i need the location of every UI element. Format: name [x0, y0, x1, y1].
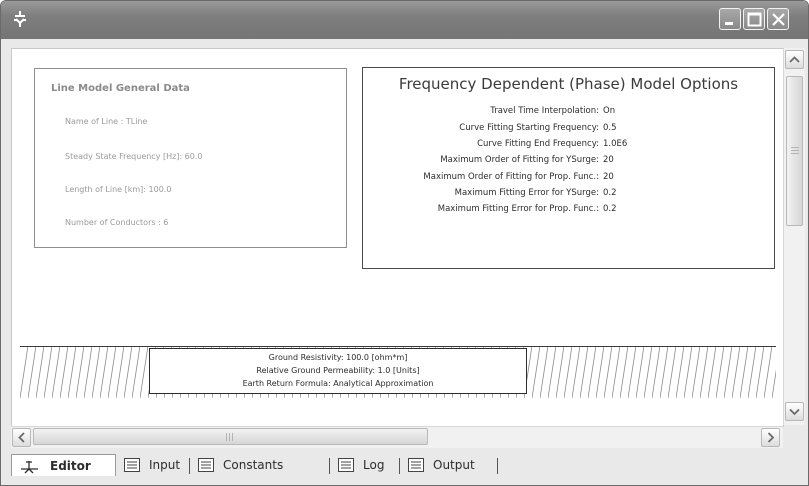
option-value: 0.2: [603, 204, 617, 214]
frequency-options-panel[interactable]: Frequency Dependent (Phase) Model Option…: [362, 67, 775, 269]
vertical-scrollbar[interactable]: [783, 48, 805, 425]
horizontal-scroll-thumb[interactable]: [33, 428, 428, 445]
chevron-up-icon: [789, 56, 800, 63]
line-length: Length of Line [km]: 100.0: [65, 185, 172, 194]
tab-bar: Editor Input Constants Log Output: [11, 450, 804, 478]
tab-output[interactable]: Output: [403, 454, 491, 476]
line-conductors: Number of Conductors : 6: [65, 218, 169, 227]
option-row: Travel Time Interpolation: On: [363, 106, 774, 120]
option-row: Curve Fitting End Frequency: 1.0E6: [363, 139, 774, 153]
option-label: Maximum Fitting Error for Prop. Func.:: [437, 204, 599, 214]
chevron-down-icon: [789, 408, 800, 416]
option-label: Curve Fitting Starting Frequency:: [459, 123, 599, 133]
minimize-icon: [725, 22, 733, 25]
title-bar[interactable]: [1, 1, 808, 39]
option-value: 1.0E6: [603, 139, 628, 149]
horizontal-scrollbar[interactable]: [11, 426, 783, 448]
option-row: Maximum Order of Fitting for YSurge: 20: [363, 155, 774, 169]
tab-separator: [329, 458, 330, 474]
document-icon: [198, 458, 214, 472]
tab-editor[interactable]: Editor: [11, 454, 116, 476]
option-row: Maximum Fitting Error for Prop. Func.: 0…: [363, 204, 774, 218]
minimize-button[interactable]: [719, 8, 741, 30]
tab-label: Log: [363, 458, 385, 472]
tab-log[interactable]: Log: [333, 454, 399, 476]
option-label: Travel Time Interpolation:: [490, 106, 599, 116]
ground-resistivity: Ground Resistivity: 100.0 [ohm*m]: [268, 353, 408, 362]
option-label: Curve Fitting End Frequency:: [477, 139, 599, 149]
application-window: Line Model General Data Name of Line : T…: [0, 0, 809, 486]
scroll-left-button[interactable]: [12, 428, 31, 447]
ground-properties-panel[interactable]: Ground Resistivity: 100.0 [ohm*m] Relati…: [149, 348, 527, 394]
tab-label: Input: [149, 458, 181, 472]
editor-canvas[interactable]: Line Model General Data Name of Line : T…: [11, 48, 784, 427]
chevron-right-icon: [767, 432, 775, 443]
close-icon: [772, 13, 785, 26]
option-value: 0.2: [603, 188, 617, 198]
option-row: Maximum Fitting Error for YSurge: 0.2: [363, 188, 774, 202]
option-value: 20: [603, 172, 614, 182]
frequency-options-title: Frequency Dependent (Phase) Model Option…: [398, 75, 739, 93]
line-model-panel[interactable]: Line Model General Data Name of Line : T…: [34, 68, 347, 248]
scroll-down-button[interactable]: [785, 402, 804, 421]
line-frequency: Steady State Frequency [Hz]: 60.0: [65, 152, 203, 161]
document-icon: [408, 458, 424, 472]
plug-connector-icon[interactable]: [10, 9, 30, 29]
tab-separator: [497, 458, 498, 474]
editor-icon: [21, 460, 38, 473]
option-label: Maximum Fitting Error for YSurge:: [454, 188, 599, 198]
tab-separator: [189, 458, 190, 474]
vertical-scroll-thumb[interactable]: [786, 76, 803, 226]
close-button[interactable]: [767, 8, 789, 30]
maximize-icon: [747, 12, 762, 27]
tab-label: Output: [433, 458, 475, 472]
option-value: 20: [603, 155, 614, 165]
option-row: Maximum Order of Fitting for Prop. Func.…: [363, 172, 774, 186]
option-row: Curve Fitting Starting Frequency: 0.5: [363, 123, 774, 137]
line-model-title: Line Model General Data: [51, 83, 190, 94]
option-value: On: [603, 106, 616, 116]
chevron-left-icon: [18, 432, 25, 443]
tab-label: Editor: [50, 458, 91, 473]
option-label: Maximum Order of Fitting for YSurge:: [440, 155, 599, 165]
document-icon: [124, 458, 140, 472]
scroll-up-button[interactable]: [785, 50, 804, 69]
option-label: Maximum Order of Fitting for Prop. Func.…: [423, 172, 599, 182]
maximize-button[interactable]: [743, 8, 765, 30]
earth-return-formula: Earth Return Formula: Analytical Approxi…: [242, 379, 434, 388]
scroll-right-button[interactable]: [761, 428, 780, 447]
tab-input[interactable]: Input: [119, 454, 189, 476]
tab-constants[interactable]: Constants: [193, 454, 329, 476]
ground-permeability: Relative Ground Permeability: 1.0 [Units…: [256, 366, 420, 375]
tab-separator: [399, 458, 400, 474]
line-name: Name of Line : TLine: [65, 117, 148, 126]
tab-label: Constants: [223, 458, 284, 472]
document-icon: [338, 458, 354, 472]
option-value: 0.5: [603, 123, 617, 133]
